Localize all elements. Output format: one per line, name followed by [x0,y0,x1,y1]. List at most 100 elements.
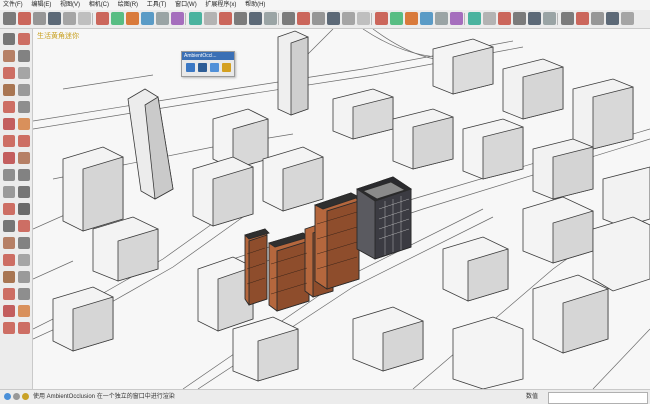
render-icon[interactable] [186,63,195,72]
text-tool-icon[interactable] [18,186,30,198]
rectangle-tool-icon[interactable] [3,84,15,96]
measurements-input[interactable] [548,392,648,404]
settings-icon[interactable] [198,63,207,72]
protractor-tool-icon[interactable] [3,186,15,198]
orbit-tool-icon[interactable] [3,220,15,232]
pan-icon[interactable] [297,12,310,25]
back-edges-tool-icon[interactable] [18,305,30,317]
line-tool-icon[interactable] [18,50,30,62]
shadows-icon[interactable] [483,12,496,25]
iso-view-icon[interactable] [621,12,634,25]
x-ray-tool-icon[interactable] [3,305,15,317]
zoom-extents-tool-icon[interactable] [3,254,15,266]
pencil-icon[interactable] [48,12,61,25]
flask-icon[interactable] [576,12,589,25]
zoom-extents-icon[interactable] [327,12,340,25]
position-camera-icon[interactable] [405,12,418,25]
materials-icon[interactable] [435,12,448,25]
scale-icon[interactable] [171,12,184,25]
protractor-icon[interactable] [234,12,247,25]
menu-help[interactable]: 帮助(H) [242,0,269,10]
zoom-window-tool-icon[interactable] [18,237,30,249]
select-icon[interactable] [3,12,16,25]
rotated-rect-tool-icon[interactable] [18,84,30,96]
scale-tool-icon[interactable] [3,152,15,164]
3d-warehouse-icon[interactable] [528,12,541,25]
freehand-tool-icon[interactable] [18,67,30,79]
pan-tool-icon[interactable] [18,220,30,232]
menu-window[interactable]: 窗口(W) [172,0,201,10]
follow-me-icon[interactable] [156,12,169,25]
help-icon[interactable] [22,393,29,400]
styles-icon[interactable] [450,12,463,25]
move-icon[interactable] [126,12,139,25]
axes-tool-icon[interactable] [3,203,15,215]
push-pull-tool-icon[interactable] [3,118,15,130]
section-plane-icon[interactable] [264,12,277,25]
top-toolbar [0,10,650,29]
menu-camera[interactable]: 相机(C) [86,0,113,10]
wire-tool-icon[interactable] [3,322,15,334]
rotate-tool-icon[interactable] [18,135,30,147]
export-icon[interactable] [222,63,231,72]
menu-tools[interactable]: 工具(T) [144,0,171,10]
section-tool-icon[interactable] [18,288,30,300]
look-around-tool-icon[interactable] [3,288,15,300]
push-pull-icon[interactable] [111,12,124,25]
menu-view[interactable]: 视图(V) [57,0,84,10]
previous-view-icon[interactable] [342,12,355,25]
components-icon[interactable] [420,12,433,25]
fog-icon[interactable] [498,12,511,25]
paint-bucket-icon[interactable] [33,12,46,25]
menu-draw[interactable]: 绘图(R) [115,0,142,10]
polygon-tool-icon[interactable] [18,101,30,113]
move-tool-icon[interactable] [3,135,15,147]
dimension-tool-icon[interactable] [18,169,30,181]
zoom-tool-icon[interactable] [3,237,15,249]
geolocation-icon[interactable] [4,393,11,400]
rotate-icon[interactable] [141,12,154,25]
menu-extensions[interactable]: 扩展程序(x) [202,0,240,10]
menu-file[interactable]: 文件(F) [0,0,27,10]
user-icon[interactable] [561,12,574,25]
paint-tool-icon[interactable] [3,50,15,62]
layers-icon[interactable] [468,12,481,25]
follow-me-tool-icon[interactable] [18,118,30,130]
arc-tool-icon[interactable] [3,67,15,79]
extension-warehouse-icon[interactable] [543,12,556,25]
3d-text-tool-icon[interactable] [18,203,30,215]
model-viewport[interactable]: 生活黄角迷你 AmbientOccl... [33,29,650,389]
previous-tool-icon[interactable] [18,254,30,266]
text-icon[interactable] [219,12,232,25]
offset-tool-icon[interactable] [18,152,30,164]
toolbar-separator [92,13,93,25]
arc-icon[interactable] [63,12,76,25]
tape-measure-icon[interactable] [204,12,217,25]
select-tool-icon[interactable] [3,33,15,45]
menu-edit[interactable]: 编辑(E) [28,0,55,10]
circle-icon[interactable] [96,12,109,25]
tape-tool-icon[interactable] [3,169,15,181]
match-photo-icon[interactable] [513,12,526,25]
rectangle-icon[interactable] [78,12,91,25]
credits-icon[interactable] [13,393,20,400]
eraser-tool-icon[interactable] [18,33,30,45]
ambient-occlusion-toolbar[interactable]: AmbientOccl... [181,51,235,77]
sandbox-icon[interactable] [606,12,619,25]
offset-icon[interactable] [189,12,202,25]
toolbar-separator [278,13,279,25]
walk-icon[interactable] [375,12,388,25]
circle-tool-icon[interactable] [3,101,15,113]
zoom-icon[interactable] [312,12,325,25]
orbit-icon[interactable] [282,12,295,25]
eraser-icon[interactable] [18,12,31,25]
axes-icon[interactable] [249,12,262,25]
look-around-icon[interactable] [390,12,403,25]
teapot-icon[interactable] [591,12,604,25]
walk-tool-icon[interactable] [18,271,30,283]
left-tool-palette [0,29,33,389]
shade-tool-icon[interactable] [18,322,30,334]
preview-icon[interactable] [210,63,219,72]
next-view-icon[interactable] [357,12,370,25]
position-camera-tool-icon[interactable] [3,271,15,283]
